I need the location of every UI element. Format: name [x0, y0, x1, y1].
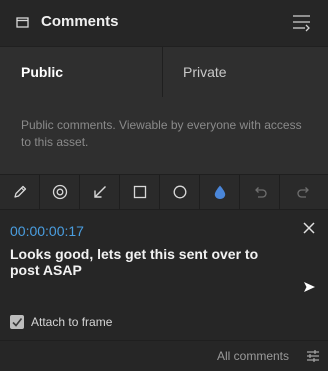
all-comments-filter[interactable]: All comments	[217, 349, 289, 363]
arrow-icon	[93, 186, 106, 198]
visibility-description: Public comments. Viewable by everyone wi…	[21, 118, 302, 149]
undo-icon	[254, 187, 267, 198]
target-icon	[52, 184, 67, 200]
filter-sliders-icon[interactable]	[306, 349, 320, 363]
arrow-tool-button[interactable]	[80, 175, 120, 209]
timecode-link[interactable]: 00:00:00:17	[10, 223, 84, 239]
visibility-info: Public comments. Viewable by everyone wi…	[0, 97, 328, 175]
color-drop-icon	[214, 185, 225, 199]
comment-editor: 00:00:00:17 Looks good, lets get this se…	[0, 210, 328, 340]
tab-public[interactable]: Public	[0, 47, 163, 97]
checkmark-icon	[12, 318, 23, 327]
pencil-icon	[13, 185, 26, 198]
annotation-toolbar	[0, 175, 328, 210]
comments-panel: Comments Public Private Public comments.…	[0, 0, 328, 371]
pencil-tool-button[interactable]	[0, 175, 40, 209]
undo-button[interactable]	[240, 175, 280, 209]
window-icon	[16, 17, 29, 28]
send-icon[interactable]	[301, 279, 317, 295]
rectangle-icon	[133, 185, 146, 199]
circle-tool-button[interactable]	[160, 175, 200, 209]
footer: All comments	[0, 340, 328, 371]
checkbox-box[interactable]	[10, 315, 24, 329]
tab-private[interactable]: Private	[163, 47, 328, 97]
rectangle-tool-button[interactable]	[120, 175, 160, 209]
menu-icon[interactable]	[291, 12, 313, 34]
attach-to-frame-checkbox[interactable]: Attach to frame	[10, 314, 112, 330]
redo-button[interactable]	[280, 175, 328, 209]
close-icon[interactable]	[301, 220, 317, 236]
comment-visibility-tabs: Public Private	[0, 46, 328, 98]
circle-icon	[173, 185, 186, 199]
redo-icon	[297, 187, 309, 198]
color-tool-button[interactable]	[200, 175, 240, 209]
header: Comments	[0, 0, 328, 46]
target-tool-button[interactable]	[40, 175, 80, 209]
panel-title: Comments	[41, 13, 119, 30]
comment-input[interactable]: Looks good, lets get this sent over to p…	[10, 246, 280, 278]
attach-to-frame-label: Attach to frame	[31, 315, 113, 329]
